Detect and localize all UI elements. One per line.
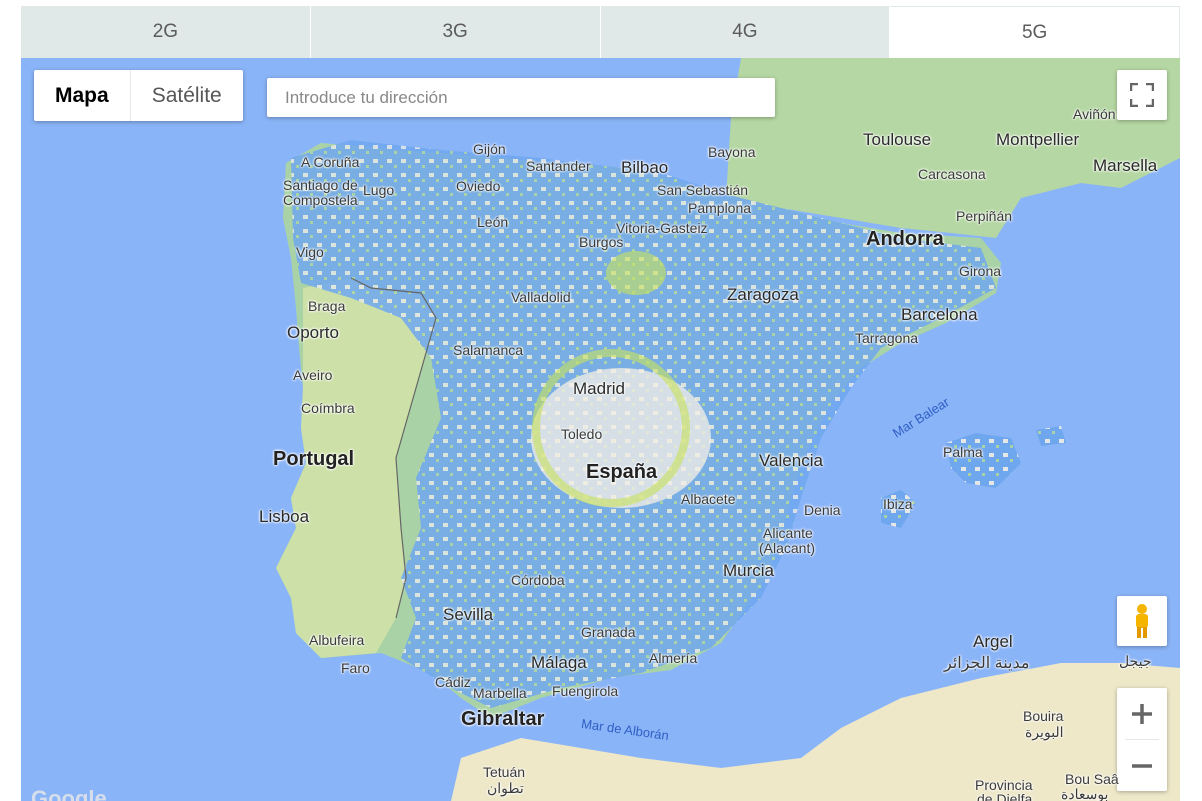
label-burgos: Burgos bbox=[579, 234, 624, 250]
label-ibiza: Ibiza bbox=[883, 496, 913, 512]
label-carcasona: Carcasona bbox=[918, 166, 986, 182]
label-lugo: Lugo bbox=[363, 182, 395, 198]
label-bayona: Bayona bbox=[708, 144, 756, 160]
label-zaragoza: Zaragoza bbox=[727, 285, 799, 304]
burgos-area bbox=[606, 251, 666, 295]
label-braga: Braga bbox=[308, 298, 346, 314]
label-oporto: Oporto bbox=[287, 323, 339, 342]
label-marsella: Marsella bbox=[1093, 156, 1158, 175]
label-sevilla: Sevilla bbox=[443, 605, 494, 624]
label-lisboa: Lisboa bbox=[259, 507, 310, 526]
mallorca bbox=[946, 433, 1021, 488]
label-bouira: Bouira bbox=[1023, 708, 1064, 724]
menorca bbox=[1036, 426, 1066, 446]
label-montpellier: Montpellier bbox=[996, 130, 1080, 149]
label-vitoria: Vitoria-Gasteiz bbox=[616, 220, 708, 236]
fullscreen-button[interactable] bbox=[1117, 70, 1167, 120]
label-valencia: Valencia bbox=[759, 451, 823, 470]
label-bou-saada-arabic: بوسعادة bbox=[1061, 786, 1109, 801]
label-albacete: Albacete bbox=[681, 491, 736, 507]
label-oviedo: Oviedo bbox=[456, 178, 501, 194]
label-a-coruna: A Coruña bbox=[301, 154, 360, 170]
label-gibraltar: Gibraltar bbox=[461, 708, 545, 730]
tab-4g[interactable]: 4G bbox=[600, 6, 891, 58]
label-avinon: Aviñón bbox=[1073, 106, 1116, 122]
label-alicante-alt: (Alacant) bbox=[759, 540, 816, 556]
label-santiago: Santiago de Compostela bbox=[283, 177, 358, 208]
address-search-input[interactable] bbox=[267, 78, 775, 117]
satellite-view-button[interactable]: Satélite bbox=[131, 70, 243, 121]
label-aveiro: Aveiro bbox=[293, 367, 333, 383]
label-faro: Faro bbox=[341, 660, 370, 676]
zoom-control bbox=[1117, 688, 1167, 791]
label-fuengirola: Fuengirola bbox=[552, 683, 619, 699]
label-almeria: Almería bbox=[649, 650, 698, 666]
label-santander: Santander bbox=[526, 158, 591, 174]
google-logo: Google bbox=[31, 786, 107, 801]
label-malaga: Málaga bbox=[531, 653, 587, 672]
label-salamanca: Salamanca bbox=[453, 342, 524, 358]
label-gijon: Gijón bbox=[473, 141, 506, 157]
zoom-in-button[interactable] bbox=[1117, 688, 1167, 739]
label-murcia: Murcia bbox=[723, 561, 775, 580]
label-tetuan: Tetuán bbox=[483, 764, 526, 780]
label-girona: Girona bbox=[959, 263, 1002, 279]
address-search bbox=[267, 78, 775, 117]
fullscreen-icon bbox=[1130, 83, 1154, 107]
label-valladolid: Valladolid bbox=[511, 289, 571, 305]
tab-5g[interactable]: 5G bbox=[890, 6, 1180, 58]
map-type-control: Mapa Satélite bbox=[34, 70, 243, 121]
label-madrid: Madrid bbox=[573, 379, 625, 398]
label-argel: Argel bbox=[973, 632, 1013, 651]
label-palma: Palma bbox=[943, 444, 983, 460]
label-granada: Granada bbox=[581, 624, 636, 640]
tab-3g[interactable]: 3G bbox=[310, 6, 601, 58]
label-toledo: Toledo bbox=[561, 426, 603, 442]
france-land bbox=[726, 58, 1180, 238]
label-jijel-arabic: جيجل bbox=[1119, 653, 1152, 669]
label-andorra: Andorra bbox=[866, 228, 944, 250]
label-albufeira: Albufeira bbox=[309, 632, 365, 648]
label-coimbra: Coímbra bbox=[301, 400, 355, 416]
label-alicante: Alicante bbox=[763, 525, 813, 541]
pegman-icon bbox=[1136, 604, 1148, 638]
label-tarragona: Tarragona bbox=[855, 330, 919, 346]
map-view-button[interactable]: Mapa bbox=[34, 70, 131, 121]
zoom-out-button[interactable] bbox=[1117, 740, 1167, 791]
label-espana: España bbox=[586, 461, 658, 483]
label-perpinan: Perpiñán bbox=[956, 208, 1013, 224]
label-barcelona: Barcelona bbox=[901, 305, 978, 324]
coverage-map[interactable]: Mapa Satélite Aviñón Toulouse Montpellie… bbox=[21, 58, 1180, 801]
street-view-button[interactable] bbox=[1117, 596, 1167, 646]
label-vigo: Vigo bbox=[296, 244, 324, 260]
label-marbella: Marbella bbox=[473, 685, 527, 701]
label-cadiz: Cádiz bbox=[435, 674, 471, 690]
label-bilbao: Bilbao bbox=[621, 158, 669, 177]
label-djelfa: de Djelfa bbox=[977, 791, 1033, 801]
label-bou-saada: Bou Saâ bbox=[1065, 771, 1119, 787]
label-pamplona: Pamplona bbox=[688, 200, 752, 216]
label-leon: León bbox=[477, 214, 509, 230]
tab-2g[interactable]: 2G bbox=[21, 6, 311, 58]
label-toulouse: Toulouse bbox=[863, 130, 932, 149]
label-cordoba: Córdoba bbox=[511, 572, 565, 588]
network-tabs: 2G 3G 4G 5G bbox=[21, 6, 1180, 58]
label-tetuan-arabic: تطوان bbox=[487, 780, 524, 796]
plus-icon bbox=[1132, 703, 1152, 724]
label-denia: Denia bbox=[804, 502, 841, 518]
label-bouira-arabic: البويرة bbox=[1025, 724, 1064, 740]
label-portugal: Portugal bbox=[273, 448, 355, 470]
minus-icon bbox=[1132, 763, 1152, 768]
label-argel-arabic: مدينة الجزائر bbox=[944, 655, 1030, 672]
label-san-sebastian: San Sebastián bbox=[657, 182, 749, 198]
